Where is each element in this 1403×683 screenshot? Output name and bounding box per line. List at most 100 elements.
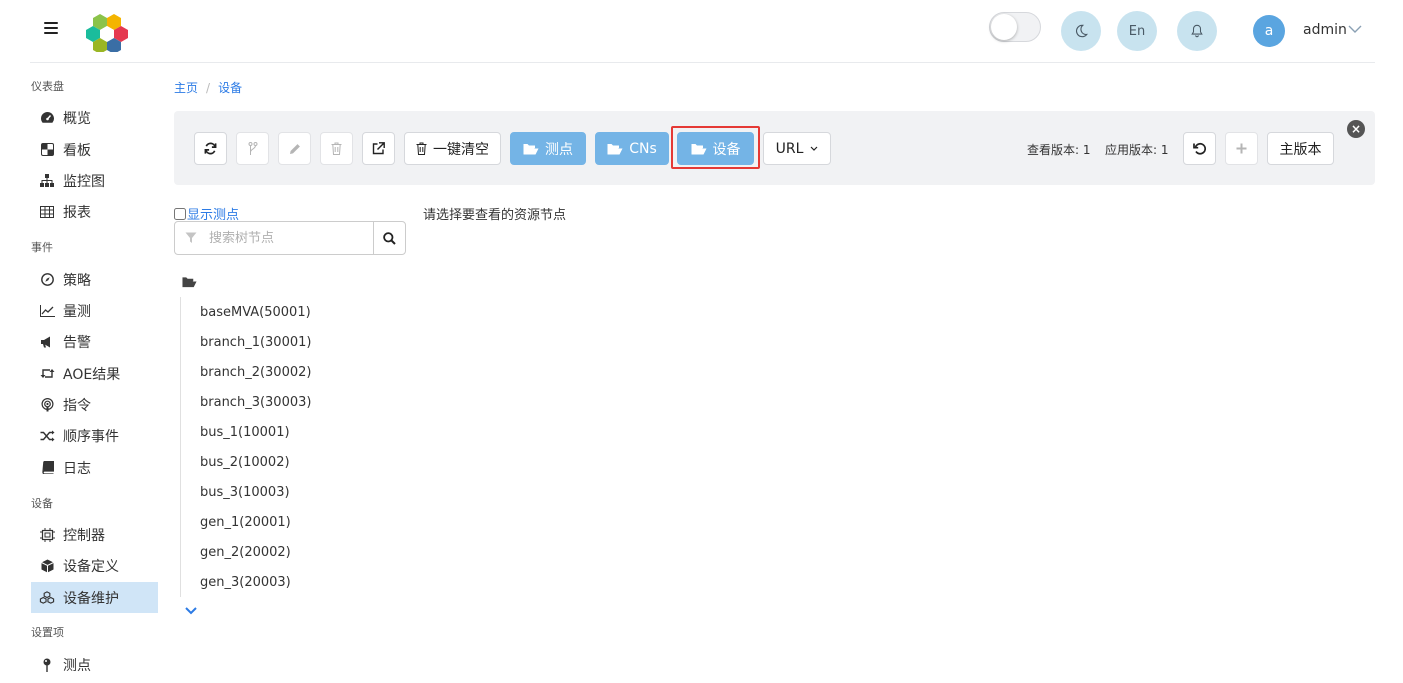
sidebar-item-board[interactable]: 看板	[31, 134, 158, 165]
tree-guide-line	[180, 297, 181, 597]
folder-open-icon[interactable]	[182, 276, 197, 288]
language-label: En	[1128, 23, 1146, 39]
tree-node[interactable]: bus_1(10001)	[200, 425, 290, 440]
sidebar-item-alarm[interactable]: 告警	[31, 326, 158, 357]
bullhorn-icon	[39, 334, 55, 350]
tree-node[interactable]: gen_2(20002)	[200, 545, 291, 560]
sidebar-item-label: 监控图	[63, 173, 105, 190]
toolbar: 一键清空 测点 CNs 设备 URL 查看版本: 1 应用版本: 1 主版本 ×	[174, 111, 1375, 185]
search-button[interactable]	[373, 222, 405, 254]
logo-icon	[86, 14, 128, 52]
sidebar-item-measure[interactable]: 量测	[31, 295, 158, 326]
selection-highlight	[671, 126, 760, 169]
clear-all-button[interactable]: 一键清空	[404, 132, 501, 165]
sidebar-item-sequence[interactable]: 顺序事件	[31, 420, 158, 451]
clear-all-label: 一键清空	[433, 141, 489, 158]
sidebar-item-label: 设备定义	[63, 558, 119, 575]
folder-open-icon	[523, 143, 539, 154]
select-node-hint: 请选择要查看的资源节点	[423, 208, 567, 223]
undo-button[interactable]	[1183, 132, 1216, 165]
sidebar-item-command[interactable]: 指令	[31, 389, 158, 420]
sidebar-item-monitor[interactable]: 监控图	[31, 165, 158, 196]
retweet-icon	[39, 366, 55, 382]
theme-toggle[interactable]	[989, 12, 1041, 42]
points-button[interactable]: 测点	[510, 132, 586, 165]
tree-node[interactable]: gen_1(20001)	[200, 515, 291, 530]
sidebar-item-label: 设备维护	[63, 590, 119, 607]
sitemap-icon	[39, 173, 55, 189]
refresh-button[interactable]	[194, 132, 227, 165]
cns-label: CNs	[629, 140, 657, 157]
tree-node[interactable]: bus_3(10003)	[200, 485, 290, 500]
edit-button[interactable]	[278, 132, 311, 165]
random-icon	[39, 428, 55, 444]
main-version-label: 主版本	[1279, 141, 1322, 158]
sidebar-item-log[interactable]: 日志	[31, 452, 158, 483]
tree-node[interactable]: baseMVA(50001)	[200, 305, 311, 320]
url-label: URL	[775, 140, 804, 157]
code-branch-icon	[248, 141, 257, 155]
breadcrumb-current[interactable]: 设备	[218, 81, 242, 95]
username[interactable]: admin	[1303, 22, 1347, 38]
sidebar-item-points[interactable]: 测点	[31, 649, 158, 680]
search-icon	[383, 231, 396, 245]
sidebar-item-label: 量测	[63, 303, 91, 320]
sidebar-section-events: 事件	[31, 241, 53, 254]
sidebar-item-label: 指令	[63, 397, 91, 414]
sidebar-item-device-def[interactable]: 设备定义	[31, 550, 158, 581]
trash-icon	[331, 142, 342, 155]
url-dropdown[interactable]: URL	[763, 132, 831, 165]
tree-node[interactable]: bus_2(10002)	[200, 455, 290, 470]
tree-node[interactable]: branch_1(30001)	[200, 335, 311, 350]
sidebar-item-report[interactable]: 报表	[31, 196, 158, 227]
menu-icon[interactable]	[44, 22, 58, 36]
sidebar-item-overview[interactable]: 概览	[31, 102, 158, 133]
moon-icon	[1075, 24, 1088, 38]
undo-icon	[1193, 142, 1206, 155]
sidebar-item-policy[interactable]: 策略	[31, 264, 158, 295]
cns-button[interactable]: CNs	[595, 132, 669, 165]
sidebar-section-settings: 设置项	[31, 626, 64, 639]
tachometer-icon	[39, 110, 55, 126]
cubes-icon	[39, 590, 55, 606]
sidebar-item-label: 日志	[63, 460, 91, 477]
sidebar-item-label: 控制器	[63, 527, 105, 544]
tree-node[interactable]: branch_3(30003)	[200, 395, 311, 410]
add-version-button[interactable]	[1225, 132, 1258, 165]
board-icon	[39, 142, 55, 158]
tree-search-input[interactable]	[175, 222, 373, 254]
language-button[interactable]: En	[1117, 11, 1157, 51]
sidebar-item-label: AOE结果	[63, 366, 121, 383]
map-pin-icon	[39, 657, 55, 673]
sidebar-item-label: 告警	[63, 334, 91, 351]
line-chart-icon	[39, 303, 55, 319]
sidebar-item-controller[interactable]: 控制器	[31, 519, 158, 550]
avatar[interactable]: a	[1253, 15, 1285, 47]
sidebar-item-label: 策略	[63, 272, 91, 289]
chevron-down-icon[interactable]	[184, 606, 198, 616]
close-icon[interactable]: ×	[1347, 120, 1365, 138]
breadcrumb-home[interactable]: 主页	[174, 81, 198, 95]
plus-icon	[1236, 143, 1247, 154]
dark-mode-button[interactable]	[1061, 11, 1101, 51]
delete-button[interactable]	[320, 132, 353, 165]
notifications-button[interactable]	[1177, 11, 1217, 51]
points-label: 测点	[545, 141, 573, 158]
open-external-button[interactable]	[362, 132, 395, 165]
controller-icon	[39, 527, 55, 543]
bell-icon	[1191, 24, 1203, 38]
trash-icon	[416, 142, 427, 155]
sidebar-item-label: 看板	[63, 142, 91, 159]
avatar-letter: a	[1264, 23, 1274, 39]
sidebar-item-aoe[interactable]: AOE结果	[31, 358, 158, 389]
tree-node[interactable]: branch_2(30002)	[200, 365, 311, 380]
tree-search	[174, 221, 406, 255]
tree-node[interactable]: gen_3(20003)	[200, 575, 291, 590]
chevron-down-icon[interactable]	[1348, 24, 1362, 34]
show-points-check[interactable]	[174, 207, 186, 220]
sidebar-item-label: 报表	[63, 204, 91, 221]
compass-icon	[39, 272, 55, 288]
sidebar-item-device-maint[interactable]: 设备维护	[31, 582, 158, 613]
main-version-button[interactable]: 主版本	[1267, 132, 1334, 165]
branch-button[interactable]	[236, 132, 269, 165]
